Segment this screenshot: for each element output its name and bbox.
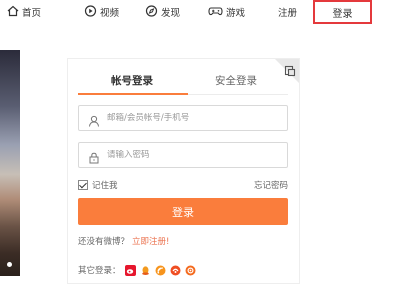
taobao-icon[interactable] bbox=[185, 265, 196, 276]
password-field[interactable] bbox=[78, 142, 288, 168]
forgot-password-link[interactable]: 忘记密码 bbox=[254, 179, 288, 191]
nav-discover[interactable]: 发现 bbox=[145, 4, 180, 20]
password-input[interactable] bbox=[107, 150, 277, 160]
login-tabs: 帐号登录 安全登录 bbox=[78, 69, 288, 95]
nav-discover-label: 发现 bbox=[161, 8, 181, 19]
background-photo bbox=[0, 50, 20, 276]
other-login-label: 其它登录： bbox=[78, 266, 121, 276]
remember-me-checkbox[interactable] bbox=[78, 180, 88, 190]
home-icon bbox=[7, 5, 19, 20]
username-field[interactable] bbox=[78, 105, 288, 131]
compass-icon bbox=[145, 4, 158, 20]
username-input[interactable] bbox=[107, 113, 277, 123]
nav-game-label: 游戏 bbox=[226, 8, 246, 19]
video-icon bbox=[84, 4, 97, 20]
active-tab-indicator bbox=[78, 93, 188, 95]
register-now-link[interactable]: 立即注册! bbox=[132, 235, 169, 247]
lock-icon bbox=[88, 149, 100, 164]
nav-register-link[interactable]: 注册 bbox=[278, 4, 297, 20]
nav-home[interactable]: 首页 bbox=[7, 4, 41, 20]
nav-video-label: 视频 bbox=[100, 8, 120, 19]
qq-icon[interactable] bbox=[140, 265, 151, 276]
tab-safe-login[interactable]: 安全登录 bbox=[215, 73, 257, 88]
nav-home-label: 首页 bbox=[22, 8, 42, 19]
remember-me-label: 记住我 bbox=[92, 181, 118, 191]
remember-me[interactable]: 记住我 bbox=[78, 179, 118, 191]
no-account-text: 还没有微博？ bbox=[78, 237, 130, 247]
nav-game[interactable]: 游戏 bbox=[208, 4, 245, 20]
sina-weibo-icon[interactable] bbox=[124, 264, 136, 276]
nav-login-button[interactable]: 登录 bbox=[313, 0, 372, 24]
rss-icon[interactable] bbox=[155, 265, 166, 276]
no-account-row: 还没有微博？ 立即注册! bbox=[78, 235, 169, 247]
other-login-row: 其它登录： bbox=[78, 264, 196, 276]
nav-video[interactable]: 视频 bbox=[84, 4, 119, 20]
login-panel: 帐号登录 安全登录 记住我 忘记密码 登录 还没有微博？ 立即注册! 其它登录： bbox=[67, 58, 300, 284]
login-submit-button[interactable]: 登录 bbox=[78, 198, 288, 225]
top-nav: 首页 视频 发现 游戏 注册 登录 bbox=[0, 0, 408, 24]
user-icon bbox=[88, 112, 100, 127]
tab-account-login[interactable]: 帐号登录 bbox=[111, 73, 153, 88]
carousel-dot[interactable] bbox=[7, 262, 12, 267]
gamepad-icon bbox=[208, 5, 223, 20]
baidu-icon[interactable] bbox=[170, 265, 181, 276]
